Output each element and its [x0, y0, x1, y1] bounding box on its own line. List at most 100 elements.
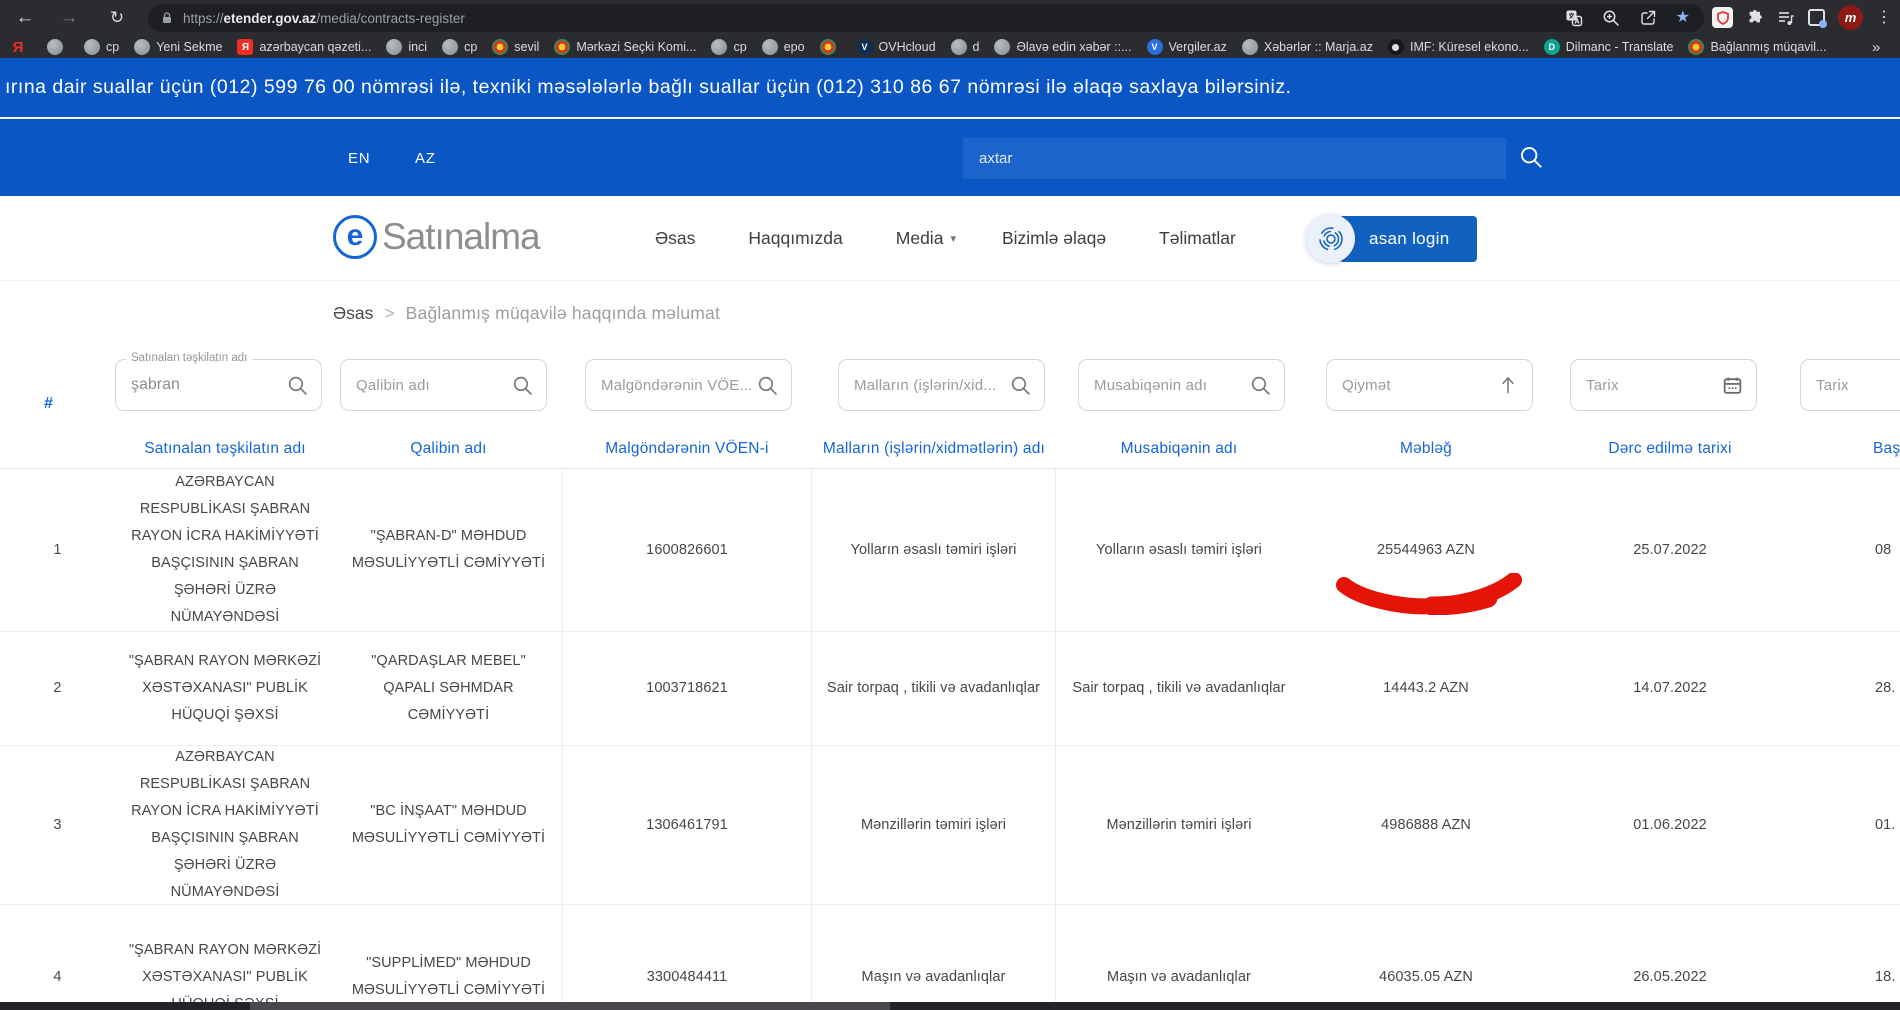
- cell-voen: 1306461791: [562, 746, 812, 905]
- share-icon[interactable]: [1639, 9, 1657, 27]
- filter-date-to-input[interactable]: Tarix: [1800, 359, 1900, 411]
- playlist-extension-icon[interactable]: [1777, 9, 1795, 27]
- nav-item[interactable]: Haqqımızda: [748, 228, 849, 249]
- filter-buyer-org-value: şabran: [131, 376, 281, 394]
- bookmark-favicon: D: [1544, 39, 1560, 55]
- contracts-table-body: 1 AZƏRBAYCAN RESPUBLİKASI ŞABRAN RAYON İ…: [0, 469, 1900, 1010]
- column-header[interactable]: Malgöndərənin VÖEN-i: [562, 440, 812, 458]
- bookmark-item[interactable]: D Dilmanc - Translate: [1544, 39, 1674, 55]
- bookmark-item[interactable]: Yeni Sekme: [134, 39, 222, 55]
- bookmark-favicon: V: [857, 39, 873, 55]
- site-subheader: EN AZ axtar: [0, 117, 1900, 196]
- zoom-icon[interactable]: [1602, 9, 1620, 27]
- column-header[interactable]: Satınalan təşkilatın adı: [115, 440, 335, 458]
- column-header[interactable]: Başl: [1790, 440, 1900, 458]
- shield-extension-icon[interactable]: [1712, 7, 1733, 28]
- search-icon[interactable]: [757, 375, 778, 396]
- bookmark-item[interactable]: Xəbərlər :: Marja.az: [1242, 39, 1373, 55]
- filter-buyer-org-input[interactable]: Satınalan təşkilatın adı şabran: [115, 359, 322, 411]
- reload-icon[interactable]: ↻: [102, 4, 132, 32]
- forward-icon[interactable]: →: [54, 4, 84, 32]
- cell-goods: Mənzillərin təmiri işləri: [812, 746, 1056, 905]
- bookmark-item[interactable]: cp: [711, 39, 746, 55]
- bookmark-favicon: [84, 39, 100, 55]
- bookmark-item[interactable]: Mərkəzi Seçki Komi...: [554, 39, 696, 55]
- search-icon[interactable]: [1010, 375, 1031, 396]
- search-icon[interactable]: [1250, 375, 1271, 396]
- nav-item[interactable]: Təlimatlar: [1159, 228, 1243, 249]
- lang-az[interactable]: AZ: [415, 150, 436, 167]
- browser-toolbar: ← → ↻ https://etender.gov.az/media/contr…: [0, 0, 1900, 36]
- filter-winner-input[interactable]: Qalibin adı: [340, 359, 547, 411]
- column-header[interactable]: Məbləğ: [1302, 440, 1550, 458]
- scrollbar-thumb[interactable]: [250, 1002, 890, 1010]
- cell-buyer-org: "ŞABRAN RAYON MƏRKƏZİ XƏSTƏXANASI" PUBLİ…: [115, 632, 335, 746]
- bookmark-item[interactable]: inci: [386, 39, 427, 55]
- url-bar[interactable]: https://etender.gov.az/media/contracts-r…: [148, 4, 1704, 32]
- back-icon[interactable]: ←: [10, 4, 40, 32]
- breadcrumb-separator: >: [384, 303, 394, 324]
- bookmark-item[interactable]: sevil: [492, 39, 539, 55]
- cell-winner: "ŞABRAN-D" MƏHDUD MƏSULİYYƏTLİ CƏMİYYƏTİ: [335, 469, 562, 632]
- lang-en[interactable]: EN: [348, 150, 370, 167]
- bookmark-item[interactable]: V Vergiler.az: [1147, 39, 1227, 55]
- column-header[interactable]: Dərc edilmə tarixi: [1550, 440, 1790, 458]
- menu-kebab-icon[interactable]: ⋮: [1876, 5, 1892, 30]
- cell-buyer-org: AZƏRBAYCAN RESPUBLİKASI ŞABRAN RAYON İCR…: [115, 469, 335, 632]
- chevron-down-icon: ▾: [950, 232, 956, 245]
- filter-tender-input[interactable]: Musabiqənin adı: [1078, 359, 1285, 411]
- nav-item[interactable]: Media▾: [896, 228, 956, 249]
- filter-price-input[interactable]: Qiymət: [1326, 359, 1533, 411]
- bookmark-favicon: Я: [237, 39, 253, 55]
- bookmark-item[interactable]: Я: [10, 39, 32, 55]
- breadcrumb-home[interactable]: Əsas: [333, 303, 373, 324]
- bookmark-item[interactable]: cp: [84, 39, 119, 55]
- bookmark-favicon: [47, 39, 63, 55]
- cell-winner: "BC İNŞAAT" MƏHDUD MƏSULİYYƏTLİ CƏMİYYƏT…: [335, 746, 562, 905]
- calendar-icon[interactable]: [1722, 375, 1743, 396]
- bookmark-item[interactable]: IMF: Küresel ekono...: [1388, 39, 1529, 55]
- site-search-input[interactable]: axtar: [963, 138, 1506, 179]
- column-header[interactable]: Malların (işlərin/xidmətlərin) adı: [812, 440, 1056, 458]
- bookmark-item[interactable]: Я azərbaycan qəzeti...: [237, 39, 371, 55]
- bookmark-star-icon[interactable]: ★: [1676, 10, 1690, 26]
- bookmark-item[interactable]: d: [951, 39, 980, 55]
- translate-icon[interactable]: [1565, 9, 1583, 27]
- cell-row-number: 2: [0, 632, 115, 746]
- bookmark-item[interactable]: epo: [762, 39, 805, 55]
- bookmark-favicon: [134, 39, 150, 55]
- bookmark-item[interactable]: cp: [442, 39, 477, 55]
- bookmark-item[interactable]: [820, 39, 842, 55]
- filter-goods-input[interactable]: Malların (işlərin/xid...: [838, 359, 1045, 411]
- bookmark-favicon: V: [1147, 39, 1163, 55]
- profile-avatar[interactable]: m: [1838, 5, 1863, 30]
- search-icon[interactable]: [287, 375, 308, 396]
- bookmark-item[interactable]: V OVHcloud: [857, 39, 936, 55]
- cell-buyer-org: "ŞABRAN RAYON MƏRKƏZİ XƏSTƏXANASI" PUBLİ…: [115, 905, 335, 1010]
- bookmark-item[interactable]: Bağlanmış müqavil...: [1688, 39, 1826, 55]
- cell-amount: 46035.05 AZN: [1302, 905, 1550, 1010]
- sort-up-icon[interactable]: [1497, 374, 1519, 396]
- site-logo[interactable]: e Satınalma: [333, 215, 540, 259]
- cell-start-date: 28.: [1790, 632, 1900, 746]
- cell-published-date: 01.06.2022: [1550, 746, 1790, 905]
- bookmark-item[interactable]: Əlavə edin xəbər ::...: [994, 39, 1131, 55]
- info-banner: ırına dair suallar üçün (012) 599 76 00 …: [0, 58, 1900, 117]
- bookmark-favicon: [762, 39, 778, 55]
- search-icon[interactable]: [512, 375, 533, 396]
- nav-item[interactable]: Əsas: [655, 228, 702, 249]
- notes-extension-icon[interactable]: [1808, 9, 1825, 26]
- column-header[interactable]: Musabiqənin adı: [1056, 440, 1302, 458]
- filter-voen-input[interactable]: Malgöndərənin VÖE...: [585, 359, 792, 411]
- puzzle-extension-icon[interactable]: [1746, 9, 1764, 27]
- column-header[interactable]: Qalibin adı: [335, 440, 562, 458]
- fingerprint-icon: [1306, 214, 1355, 263]
- bookmark-item[interactable]: [47, 39, 69, 55]
- bookmarks-overflow-icon[interactable]: »: [1872, 39, 1880, 56]
- horizontal-scrollbar[interactable]: [0, 1002, 1900, 1010]
- bookmark-favicon: [1242, 39, 1258, 55]
- nav-item[interactable]: Bizimlə əlaqə: [1002, 228, 1113, 249]
- filter-date-from-input[interactable]: Tarix: [1570, 359, 1757, 411]
- asan-login-button[interactable]: asan login: [1306, 214, 1477, 263]
- search-icon[interactable]: [1519, 145, 1543, 169]
